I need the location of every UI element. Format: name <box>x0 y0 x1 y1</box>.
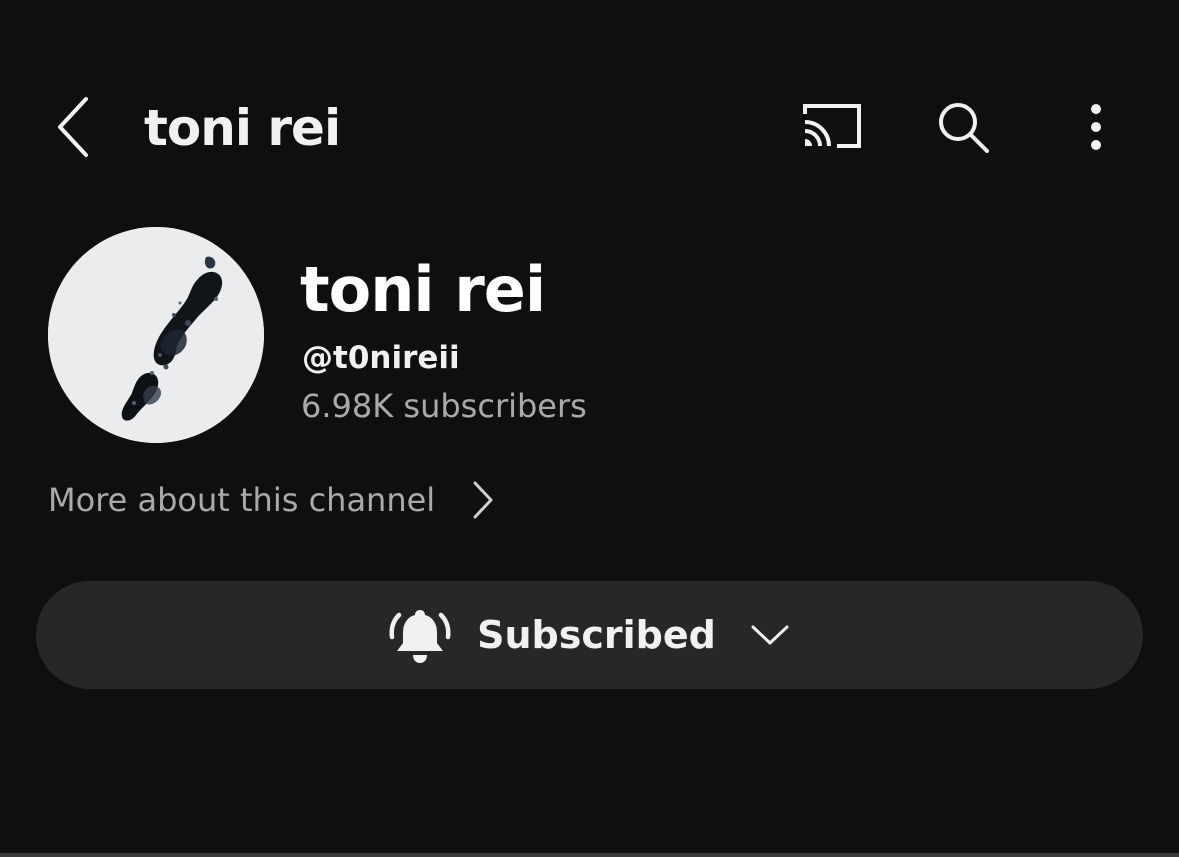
subscribed-button[interactable]: Subscribed <box>36 581 1143 689</box>
top-app-bar: toni rei <box>0 0 1179 220</box>
page-title: toni rei <box>144 99 341 157</box>
chevron-right-icon <box>471 480 495 520</box>
more-options-button[interactable] <box>1070 94 1122 160</box>
more-vertical-icon <box>1091 104 1101 150</box>
more-about-channel-link[interactable]: More about this channel <box>48 470 495 530</box>
more-about-label: More about this channel <box>48 481 436 519</box>
channel-avatar[interactable] <box>48 227 264 443</box>
channel-handle: @t0nireii <box>302 340 460 376</box>
chevron-down-icon <box>750 623 790 647</box>
back-button[interactable] <box>46 92 102 162</box>
search-icon <box>939 103 989 153</box>
divider <box>0 853 1179 857</box>
avatar-image <box>48 227 264 443</box>
search-button[interactable] <box>930 94 996 160</box>
subscribed-label: Subscribed <box>477 613 716 657</box>
bell-all-icon <box>389 605 451 665</box>
cast-button[interactable] <box>796 96 866 156</box>
cast-icon <box>803 104 861 148</box>
subscriber-count: 6.98K subscribers <box>301 387 587 425</box>
channel-name: toni rei <box>300 253 546 326</box>
chevron-left-icon <box>58 97 88 157</box>
